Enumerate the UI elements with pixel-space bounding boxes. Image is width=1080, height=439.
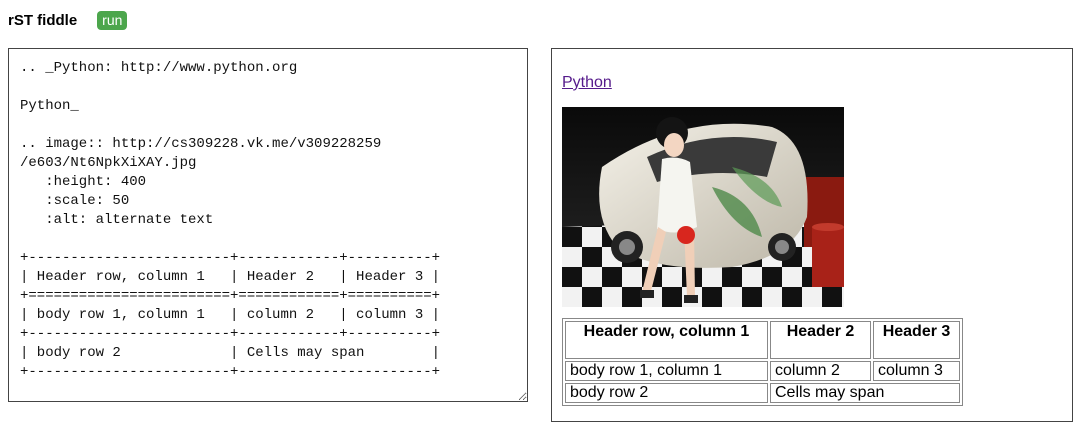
app-header: rST fiddle run xyxy=(8,8,128,32)
table-row: body row 1, column 1 column 2 column 3 xyxy=(565,361,960,381)
app-title: rST fiddle xyxy=(8,11,78,29)
python-link[interactable]: Python xyxy=(562,74,612,92)
table-cell-spanning: Cells may span xyxy=(770,383,960,403)
anime-car-illustration xyxy=(562,107,844,307)
rendered-table: Header row, column 1 Header 2 Header 3 b… xyxy=(562,318,963,406)
table-header-cell: Header 2 xyxy=(770,321,871,359)
table-cell: column 2 xyxy=(770,361,871,381)
run-button[interactable]: run xyxy=(97,10,128,30)
table-header-cell: Header 3 xyxy=(873,321,960,359)
table-header-row: Header row, column 1 Header 2 Header 3 xyxy=(565,321,960,359)
rendered-preview-panel: Python Header row, column 1 Header 2 Hea… xyxy=(551,48,1073,422)
rst-source-editor[interactable]: .. _Python: http://www.python.org Python… xyxy=(8,48,528,402)
preview-image xyxy=(562,107,844,307)
table-cell: body row 2 xyxy=(565,383,768,403)
table-cell: column 3 xyxy=(873,361,960,381)
table-header-cell: Header row, column 1 xyxy=(565,321,768,359)
table-cell: body row 1, column 1 xyxy=(565,361,768,381)
table-row: body row 2 Cells may span xyxy=(565,383,960,403)
